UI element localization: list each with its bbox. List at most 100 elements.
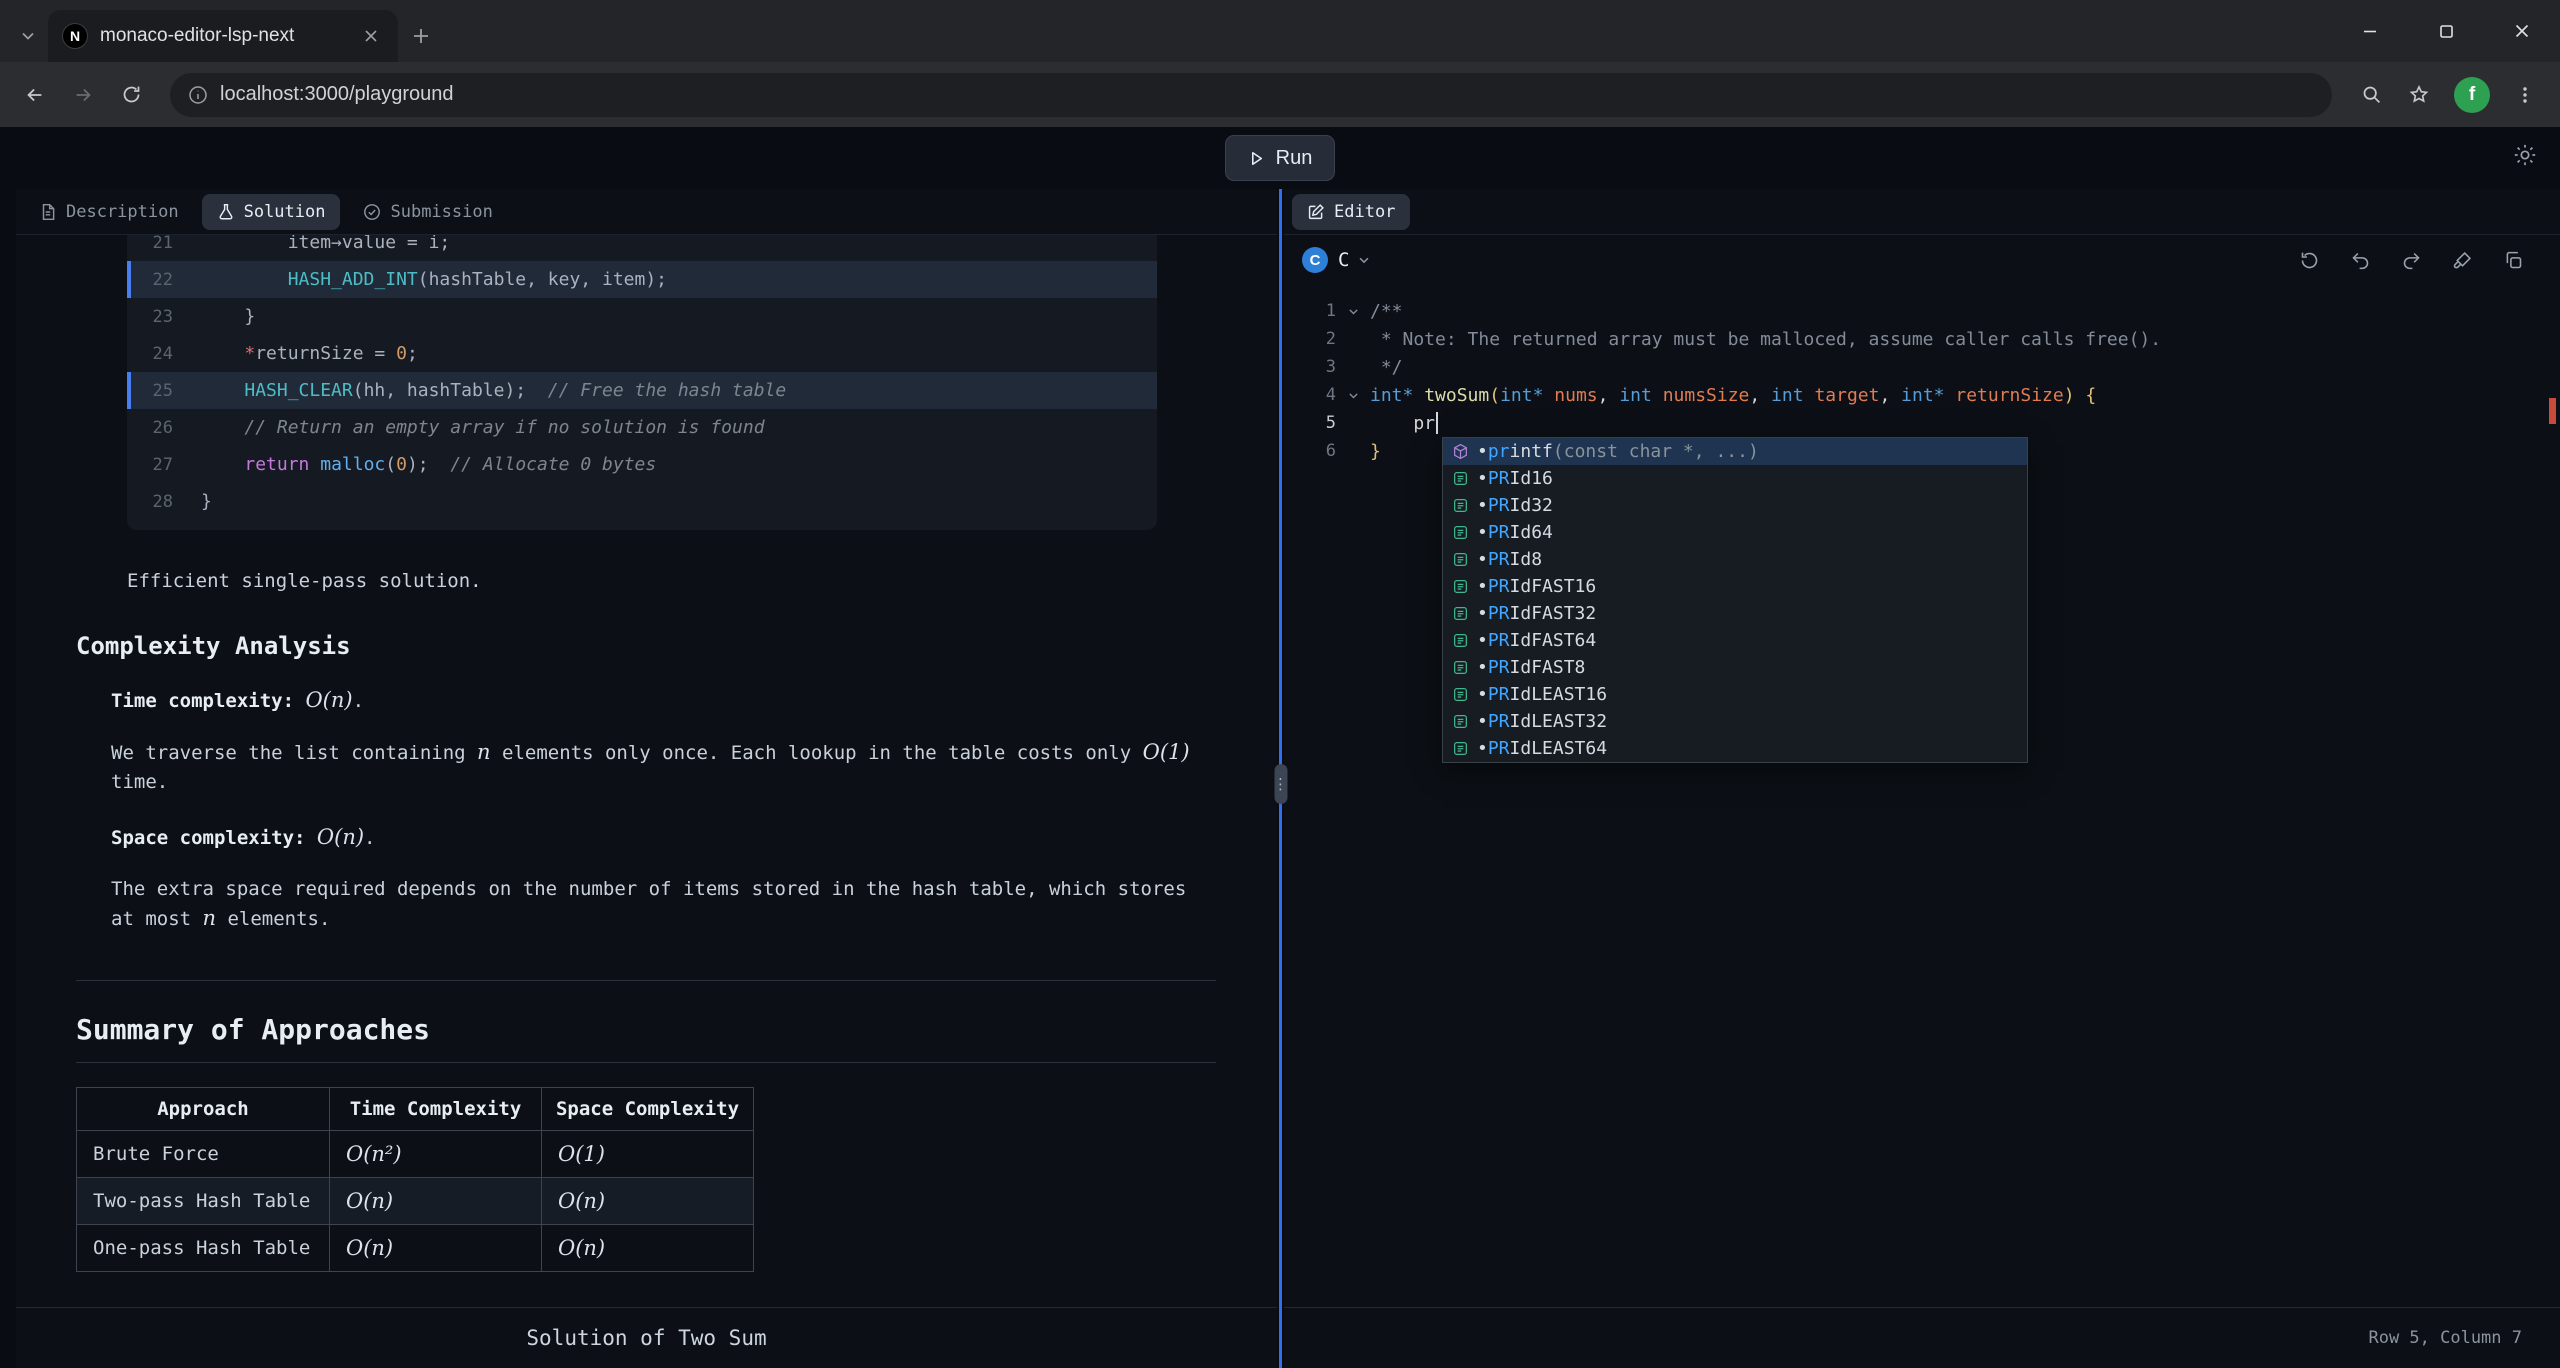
code-token: returnSize = bbox=[255, 343, 396, 364]
cell-text: Brute Force bbox=[93, 1143, 219, 1165]
cursor-position: Row 5, Column 7 bbox=[2368, 1328, 2522, 1348]
profile-avatar[interactable]: f bbox=[2454, 77, 2490, 113]
pencil-icon bbox=[1307, 203, 1325, 221]
tab-solution[interactable]: Solution bbox=[202, 194, 341, 230]
code-token: // Free the hash table bbox=[526, 380, 786, 401]
code-line: 23 } bbox=[127, 298, 1157, 335]
undo-icon[interactable] bbox=[2350, 250, 2371, 271]
format-brush-icon[interactable] bbox=[2452, 250, 2473, 271]
table-cell: One-pass Hash Table bbox=[77, 1225, 330, 1272]
macro-icon bbox=[1451, 578, 1469, 596]
zoom-icon[interactable] bbox=[2350, 74, 2392, 116]
reload-icon[interactable] bbox=[110, 74, 152, 116]
code-token: ; bbox=[407, 343, 418, 364]
suggestion-item[interactable]: •PRIdFAST8 bbox=[1443, 654, 2027, 681]
overview-ruler-marker bbox=[2549, 398, 2556, 424]
editor-line[interactable]: 3 */ bbox=[1284, 353, 2560, 381]
suggestion-item[interactable]: •PRId16 bbox=[1443, 465, 2027, 492]
macro-icon bbox=[1451, 659, 1469, 677]
tab-editor[interactable]: Editor bbox=[1292, 194, 1410, 230]
matched-prefix: PR bbox=[1488, 630, 1510, 651]
suggestion-item[interactable]: •PRIdLEAST32 bbox=[1443, 708, 2027, 735]
maximize-icon[interactable] bbox=[2408, 0, 2484, 62]
code-token: return bbox=[244, 454, 309, 475]
editor-line[interactable]: 1/** bbox=[1284, 297, 2560, 325]
reset-icon[interactable] bbox=[2299, 250, 2320, 271]
line-number: 2 bbox=[1284, 329, 1336, 349]
suggestion-item[interactable]: •printf(const char *, ...) bbox=[1443, 438, 2027, 465]
label-rest: intf bbox=[1510, 441, 1553, 462]
close-icon[interactable] bbox=[2484, 0, 2560, 62]
editor-line[interactable]: 4int* twoSum(int* nums, int numsSize, in… bbox=[1284, 381, 2560, 409]
code-token: ( bbox=[385, 454, 396, 475]
star-icon[interactable] bbox=[2398, 74, 2440, 116]
tab-description[interactable]: Description bbox=[24, 194, 194, 230]
code-editor[interactable]: 1/**2 * Note: The returned array must be… bbox=[1284, 285, 2560, 1307]
line-number: 6 bbox=[1284, 441, 1336, 461]
macro-icon bbox=[1451, 605, 1469, 623]
code-token: /** bbox=[1370, 301, 1403, 322]
table-row: One-pass Hash TableO(n)O(n) bbox=[77, 1225, 754, 1272]
suggestion-item[interactable]: •PRIdFAST32 bbox=[1443, 600, 2027, 627]
code-line: 28} bbox=[127, 483, 1157, 520]
code-token bbox=[201, 417, 244, 438]
fold-chevron-icon[interactable] bbox=[1336, 389, 1370, 402]
suggestion-item[interactable]: •PRId32 bbox=[1443, 492, 2027, 519]
text-segment: time. bbox=[111, 771, 168, 793]
run-button[interactable]: Run bbox=[1225, 135, 1336, 181]
code-token: * bbox=[244, 343, 255, 364]
kebab-menu-icon[interactable] bbox=[2504, 74, 2546, 116]
suggestion-item[interactable]: •PRIdLEAST16 bbox=[1443, 681, 2027, 708]
new-tab-icon[interactable] bbox=[398, 10, 444, 62]
code-token: int* bbox=[1370, 385, 1413, 406]
editor-line[interactable]: 2 * Note: The returned array must be mal… bbox=[1284, 325, 2560, 353]
code-token: , bbox=[1749, 385, 1771, 406]
browser-tab[interactable]: N monaco-editor-lsp-next bbox=[48, 10, 398, 62]
suggestion-item[interactable]: •PRIdFAST64 bbox=[1443, 627, 2027, 654]
panel-resizer[interactable]: ⋮ bbox=[1277, 189, 1284, 1368]
back-icon[interactable] bbox=[14, 74, 56, 116]
screen: { "browser": { "tab_title": "monaco-edit… bbox=[0, 0, 2560, 1368]
language-label: C bbox=[1338, 249, 1349, 271]
address-bar[interactable]: localhost:3000/playground bbox=[170, 73, 2332, 117]
code-token: } bbox=[201, 306, 255, 327]
tab-submission[interactable]: Submission bbox=[348, 194, 507, 230]
chevron-down-icon[interactable] bbox=[1357, 253, 1371, 267]
suggestion-item[interactable]: •PRIdLEAST64 bbox=[1443, 735, 2027, 762]
include-bullet: • bbox=[1477, 657, 1488, 678]
cell-text: One-pass Hash Table bbox=[93, 1237, 310, 1259]
editor-line[interactable]: 5 pr bbox=[1284, 409, 2560, 437]
info-icon[interactable] bbox=[188, 85, 208, 105]
gear-icon[interactable] bbox=[2512, 142, 2538, 168]
minimize-icon[interactable] bbox=[2332, 0, 2408, 62]
forward-icon[interactable] bbox=[62, 74, 104, 116]
suggestion-item[interactable]: •PRId8 bbox=[1443, 546, 2027, 573]
editor-toolbar: C C bbox=[1284, 235, 2560, 285]
suggestion-detail: (const char *, ...) bbox=[1553, 441, 1759, 462]
code-token: target bbox=[1814, 385, 1879, 406]
editor-panel: Editor C C bbox=[1284, 189, 2560, 1368]
macro-icon bbox=[1451, 740, 1469, 758]
tab-search-icon[interactable] bbox=[8, 10, 48, 62]
code-token: HASH_ADD_INT bbox=[288, 269, 418, 290]
table-cell: O(1) bbox=[542, 1131, 754, 1178]
tab-close-icon[interactable] bbox=[358, 23, 384, 49]
suggestion-item[interactable]: •PRId64 bbox=[1443, 519, 2027, 546]
macro-icon bbox=[1451, 497, 1469, 515]
table-cell: Brute Force bbox=[77, 1131, 330, 1178]
matched-prefix: PR bbox=[1488, 603, 1510, 624]
solution-note: Efficient single-pass solution. bbox=[127, 570, 1277, 592]
include-bullet: • bbox=[1477, 549, 1488, 570]
code-token bbox=[201, 454, 244, 475]
time-complexity-line: Time complexity: O(n). bbox=[111, 688, 1277, 712]
math-expression: O(n) bbox=[305, 688, 352, 712]
left-panel-tabs: Description Solution Submission bbox=[16, 189, 1277, 235]
redo-icon[interactable] bbox=[2401, 250, 2422, 271]
suggestion-item[interactable]: •PRIdFAST16 bbox=[1443, 573, 2027, 600]
fold-chevron-icon[interactable] bbox=[1336, 305, 1370, 318]
include-bullet: • bbox=[1477, 738, 1488, 759]
copy-icon[interactable] bbox=[2503, 250, 2524, 271]
matched-prefix: PR bbox=[1488, 522, 1510, 543]
code-token: item→value = i; bbox=[201, 235, 450, 253]
text-segment: . bbox=[364, 827, 375, 849]
